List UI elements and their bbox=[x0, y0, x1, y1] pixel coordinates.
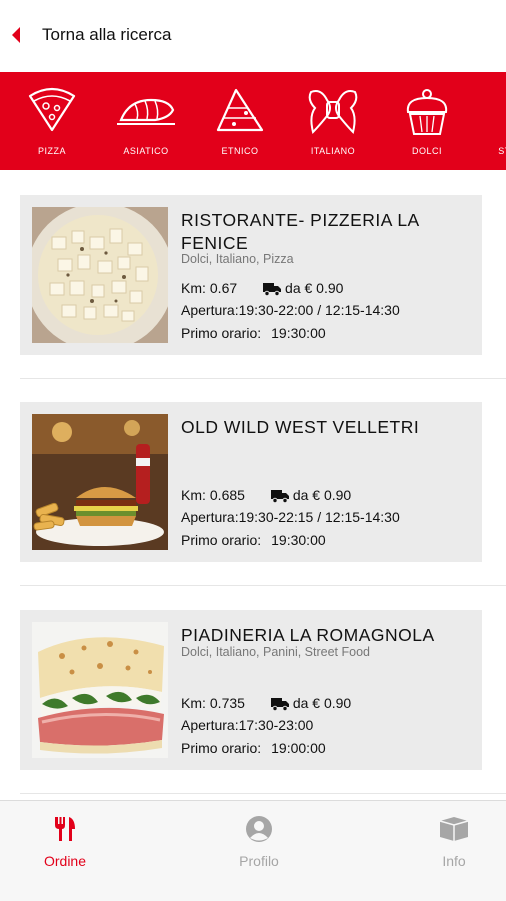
category-label: ITALIANO bbox=[310, 146, 356, 156]
km-value: 0.685 bbox=[209, 487, 245, 503]
first-slot-label: Primo orario: bbox=[181, 740, 262, 756]
km-label: Km: bbox=[181, 487, 206, 503]
restaurant-card[interactable]: RISTORANTE- PIZZERIA LA FENICE Dolci, It… bbox=[20, 195, 482, 355]
opening-label: Apertura: bbox=[181, 302, 239, 318]
distance-line: Km: 0.735 da € 0.90 bbox=[181, 695, 351, 711]
first-slot-time: 19:30:00 bbox=[271, 325, 326, 341]
opening-hours: 17:30-23:00 bbox=[238, 717, 314, 733]
delivery-fee: da € 0.90 bbox=[292, 487, 352, 503]
first-slot-label: Primo orario: bbox=[181, 325, 262, 341]
delivery-truck-icon bbox=[270, 490, 289, 503]
chevron-left-icon bbox=[12, 27, 20, 43]
category-label: DOLCI bbox=[411, 146, 442, 156]
delivery-truck-icon bbox=[263, 283, 282, 296]
delivery-truck-icon bbox=[270, 698, 289, 711]
opening-hours: 19:30-22:15 / 12:15-14:30 bbox=[238, 509, 400, 525]
tab-profilo[interactable]: Profilo bbox=[194, 801, 324, 901]
tab-label: Ordine bbox=[43, 853, 87, 869]
category-italiano[interactable]: ITALIANO bbox=[293, 72, 373, 170]
restaurant-categories: Dolci, Italiano, Pizza bbox=[181, 252, 294, 266]
category-pizza[interactable]: PIZZA bbox=[12, 72, 92, 170]
first-slot-time: 19:00:00 bbox=[271, 740, 326, 756]
fork-knife-icon bbox=[55, 817, 75, 841]
pasta-icon bbox=[308, 90, 358, 134]
tab-info[interactable]: Info bbox=[389, 801, 506, 901]
category-bar: PIZZA ASIATICO ETNICO ITALIANO DOLCI S bbox=[0, 72, 506, 170]
category-label: ASIATICO bbox=[123, 146, 169, 156]
first-slot-line: Primo orario: 19:00:00 bbox=[181, 740, 326, 756]
delivery-fee: da € 0.90 bbox=[285, 280, 344, 296]
opening-line: Apertura:17:30-23:00 bbox=[181, 717, 313, 733]
back-label: Torna alla ricerca bbox=[42, 25, 172, 44]
km-value: 0.67 bbox=[209, 280, 238, 296]
divider bbox=[20, 378, 506, 379]
tab-ordine[interactable]: Ordine bbox=[0, 801, 130, 901]
km-label: Km: bbox=[181, 280, 206, 296]
restaurant-card[interactable]: OLD WILD WEST VELLETRI Km: 0.685 da € 0.9… bbox=[20, 402, 482, 562]
opening-line: Apertura:19:30-22:00 / 12:15-14:30 bbox=[181, 302, 400, 318]
category-label: STR bbox=[498, 146, 506, 156]
first-slot-line: Primo orario: 19:30:00 bbox=[181, 325, 326, 341]
restaurant-image bbox=[32, 622, 168, 758]
category-asiatico[interactable]: ASIATICO bbox=[106, 72, 186, 170]
back-button[interactable]: Torna alla ricerca bbox=[10, 20, 171, 50]
first-slot-time: 19:30:00 bbox=[271, 532, 326, 548]
box-icon bbox=[439, 817, 469, 841]
opening-line: Apertura:19:30-22:15 / 12:15-14:30 bbox=[181, 509, 400, 525]
opening-label: Apertura: bbox=[181, 717, 239, 733]
restaurant-name: OLD WILD WEST VELLETRI bbox=[181, 417, 420, 437]
distance-line: Km: 0.685 da € 0.90 bbox=[181, 487, 351, 503]
pizza-icon bbox=[28, 87, 76, 132]
category-label: PIZZA bbox=[37, 146, 66, 156]
top-bar: Torna alla ricerca bbox=[0, 0, 506, 72]
first-slot-label: Primo orario: bbox=[181, 532, 262, 548]
category-label: ETNICO bbox=[221, 146, 259, 156]
street-food-icon bbox=[488, 86, 506, 132]
category-street-food[interactable]: STR bbox=[468, 72, 506, 170]
restaurant-image bbox=[32, 207, 168, 343]
opening-hours: 19:30-22:00 / 12:15-14:30 bbox=[238, 302, 400, 318]
opening-label: Apertura: bbox=[181, 509, 239, 525]
tab-label: Profilo bbox=[239, 853, 279, 869]
divider bbox=[20, 585, 506, 586]
bottom-tab-bar: Ordine Profilo Info bbox=[0, 800, 506, 901]
restaurant-card[interactable]: PIADINERIA LA ROMAGNOLA Dolci, Italiano,… bbox=[20, 610, 482, 770]
sushi-icon bbox=[117, 98, 175, 125]
divider bbox=[20, 793, 506, 794]
restaurant-name: PIADINERIA LA ROMAGNOLA bbox=[181, 625, 435, 645]
delivery-fee: da € 0.90 bbox=[292, 695, 352, 711]
distance-line: Km: 0.67 da € 0.90 bbox=[181, 280, 343, 296]
restaurant-name: RISTORANTE- PIZZERIA LA FENICE bbox=[181, 210, 419, 253]
km-label: Km: bbox=[181, 695, 206, 711]
ethnic-icon bbox=[216, 88, 264, 132]
km-value: 0.735 bbox=[209, 695, 245, 711]
restaurant-image bbox=[32, 414, 168, 550]
first-slot-line: Primo orario: 19:30:00 bbox=[181, 532, 326, 548]
category-etnico[interactable]: ETNICO bbox=[200, 72, 280, 170]
restaurant-list: RISTORANTE- PIZZERIA LA FENICE Dolci, It… bbox=[0, 170, 506, 800]
cupcake-icon bbox=[406, 89, 448, 135]
category-dolci[interactable]: DOLCI bbox=[387, 72, 467, 170]
tab-label: Info bbox=[442, 853, 466, 869]
restaurant-categories: Dolci, Italiano, Panini, Street Food bbox=[181, 645, 370, 659]
profile-icon bbox=[246, 816, 272, 842]
